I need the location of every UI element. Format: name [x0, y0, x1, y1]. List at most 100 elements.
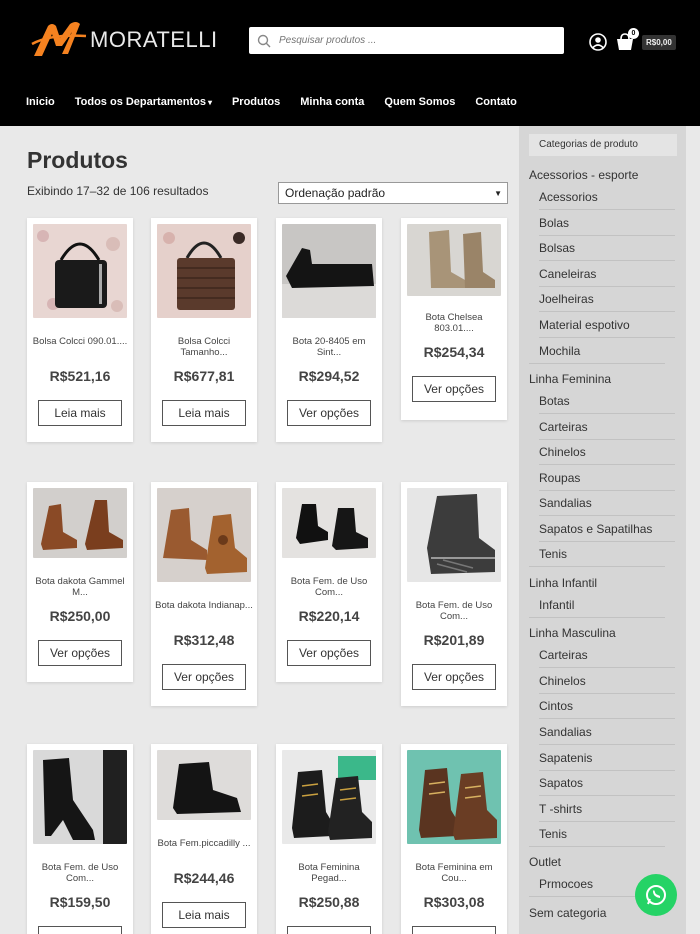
- cart-total[interactable]: R$0,00: [642, 35, 676, 50]
- nav-item-minha-conta[interactable]: Minha conta: [300, 94, 364, 110]
- product-image[interactable]: [33, 488, 127, 558]
- product-card[interactable]: Bota Fem. de Uso Com... R$201,89 Ver opç…: [401, 482, 507, 706]
- product-name[interactable]: Bota Feminina em Cou...: [405, 862, 503, 884]
- product-name[interactable]: Bota dakota Gammel M...: [31, 576, 129, 598]
- sidebar-subcategory[interactable]: Prmocoes: [539, 877, 593, 891]
- sidebar-subcategory[interactable]: Chinelos: [539, 445, 586, 459]
- product-card[interactable]: Bota Fem. de Uso Com... R$159,50 Ver opç…: [27, 744, 133, 934]
- product-card[interactable]: Bolsa Colcci Tamanho... R$677,81 Leia ma…: [151, 218, 257, 442]
- divider: [539, 515, 675, 516]
- product-image[interactable]: [157, 224, 251, 318]
- sort-select[interactable]: Ordenação padrão ▼: [278, 182, 508, 204]
- product-name[interactable]: Bota Fem. de Uso Com...: [280, 576, 378, 598]
- sidebar-subcategory[interactable]: Sapatenis: [539, 751, 592, 765]
- user-icon[interactable]: [589, 33, 607, 51]
- options-button[interactable]: Ver opções: [412, 664, 496, 690]
- product-price: R$159,50: [49, 894, 111, 910]
- nav-item-inicio[interactable]: Inicio: [26, 94, 55, 110]
- product-name[interactable]: Bolsa Colcci 090.01....: [31, 336, 129, 347]
- brand-logo[interactable]: MORATELLI: [30, 20, 218, 60]
- product-card[interactable]: Bota dakota Gammel M... R$250,00 Ver opç…: [27, 482, 133, 682]
- sidebar-subcategory[interactable]: Tenis: [539, 547, 567, 561]
- options-button[interactable]: Ver opções: [412, 926, 496, 934]
- sidebar-subcategory[interactable]: Carteiras: [539, 648, 588, 662]
- sidebar-subcategory[interactable]: Joelheiras: [539, 292, 594, 306]
- product-price: R$220,14: [298, 608, 360, 624]
- sidebar-subcategory[interactable]: Sapatos e Sapatilhas: [539, 522, 652, 536]
- product-image[interactable]: [157, 488, 251, 582]
- search-input[interactable]: [279, 35, 549, 46]
- product-image[interactable]: [157, 750, 251, 820]
- product-price: R$250,88: [298, 894, 360, 910]
- product-card[interactable]: Bota Fem. de Uso Com... R$220,14 Ver opç…: [276, 482, 382, 682]
- product-image[interactable]: [407, 488, 501, 582]
- product-name[interactable]: Bota Fem.piccadilly ...: [155, 838, 253, 849]
- options-button[interactable]: Ver opções: [162, 664, 246, 690]
- product-card[interactable]: Bolsa Colcci 090.01.... R$521,16 Leia ma…: [27, 218, 133, 442]
- sidebar-subcategory[interactable]: Sandalias: [539, 496, 592, 510]
- sidebar-category[interactable]: Linha Masculina: [529, 626, 616, 640]
- nav-item-produtos[interactable]: Produtos: [232, 94, 280, 110]
- sidebar-category[interactable]: Linha Infantil: [529, 576, 597, 590]
- sidebar-subcategory[interactable]: Mochila: [539, 344, 580, 358]
- sidebar-subcategory[interactable]: Botas: [539, 394, 570, 408]
- read-more-button[interactable]: Leia mais: [162, 902, 246, 928]
- sidebar-subcategory[interactable]: Tenis: [539, 827, 567, 841]
- product-card[interactable]: Bota Fem.piccadilly ... R$244,46 Leia ma…: [151, 744, 257, 934]
- product-image[interactable]: [282, 488, 376, 558]
- product-image[interactable]: [407, 224, 501, 296]
- product-card[interactable]: Bota Feminina em Cou... R$303,08 Ver opç…: [401, 744, 507, 934]
- options-button[interactable]: Ver opções: [38, 926, 122, 934]
- product-image[interactable]: [33, 750, 127, 844]
- product-name[interactable]: Bota Fem. de Uso Com...: [31, 862, 129, 884]
- sidebar-category[interactable]: Acessorios - esporte: [529, 168, 638, 182]
- sidebar-subcategory[interactable]: Sapatos: [539, 776, 583, 790]
- product-image[interactable]: [407, 750, 501, 844]
- product-name[interactable]: Bota dakota Indianap...: [155, 600, 253, 611]
- sidebar-category[interactable]: Linha Feminina: [529, 372, 611, 386]
- options-button[interactable]: Ver opções: [412, 376, 496, 402]
- product-card[interactable]: Bota Feminina Pegad... R$250,88 Ver opçõ…: [276, 744, 382, 934]
- product-name[interactable]: Bota Chelsea 803.01....: [405, 312, 503, 334]
- sidebar-subcategory[interactable]: Acessorios: [539, 190, 598, 204]
- sidebar-category[interactable]: Outlet: [529, 855, 561, 869]
- sidebar-subcategory[interactable]: Caneleiras: [539, 267, 596, 281]
- sidebar-subcategory[interactable]: Chinelos: [539, 674, 586, 688]
- sidebar-subcategory[interactable]: Roupas: [539, 471, 580, 485]
- product-name[interactable]: Bota 20-8405 em Sint...: [280, 336, 378, 358]
- product-price: R$312,48: [173, 632, 235, 648]
- product-image[interactable]: [33, 224, 127, 318]
- product-name[interactable]: Bota Feminina Pegad...: [280, 862, 378, 884]
- product-image[interactable]: [282, 224, 376, 318]
- sort-selected-value: Ordenação padrão: [285, 186, 386, 200]
- nav-item-contato[interactable]: Contato: [475, 94, 517, 110]
- sidebar-subcategory[interactable]: Infantil: [539, 598, 574, 612]
- sidebar-subcategory[interactable]: Carteiras: [539, 420, 588, 434]
- sidebar-category[interactable]: Sem categoria: [529, 906, 606, 920]
- options-button[interactable]: Ver opções: [287, 640, 371, 666]
- options-button[interactable]: Ver opções: [287, 400, 371, 426]
- whatsapp-button[interactable]: [635, 874, 677, 916]
- chevron-down-icon: ▼: [494, 188, 502, 198]
- sidebar-subcategory[interactable]: T -shirts: [539, 802, 582, 816]
- sidebar-subcategory[interactable]: Cintos: [539, 699, 573, 713]
- sidebar-subcategory[interactable]: Sandalias: [539, 725, 592, 739]
- sidebar-subcategory[interactable]: Bolsas: [539, 241, 575, 255]
- product-card[interactable]: Bota 20-8405 em Sint... R$294,52 Ver opç…: [276, 218, 382, 442]
- nav-item-quem-somos[interactable]: Quem Somos: [384, 94, 455, 110]
- sidebar-subcategory[interactable]: Bolas: [539, 216, 569, 230]
- search-bar[interactable]: [249, 27, 564, 54]
- read-more-button[interactable]: Leia mais: [38, 400, 122, 426]
- product-card[interactable]: Bota dakota Indianap... R$312,48 Ver opç…: [151, 482, 257, 706]
- options-button[interactable]: Ver opções: [287, 926, 371, 934]
- product-name[interactable]: Bolsa Colcci Tamanho...: [155, 336, 253, 358]
- divider: [539, 286, 675, 287]
- product-card[interactable]: Bota Chelsea 803.01.... R$254,34 Ver opç…: [401, 218, 507, 420]
- nav-item-departamentos[interactable]: Todos os Departamentos ▾: [75, 94, 212, 110]
- options-button[interactable]: Ver opções: [38, 640, 122, 666]
- product-price: R$250,00: [49, 608, 111, 624]
- product-image[interactable]: [282, 750, 376, 844]
- product-name[interactable]: Bota Fem. de Uso Com...: [405, 600, 503, 622]
- sidebar-subcategory[interactable]: Material espotivo: [539, 318, 630, 332]
- read-more-button[interactable]: Leia mais: [162, 400, 246, 426]
